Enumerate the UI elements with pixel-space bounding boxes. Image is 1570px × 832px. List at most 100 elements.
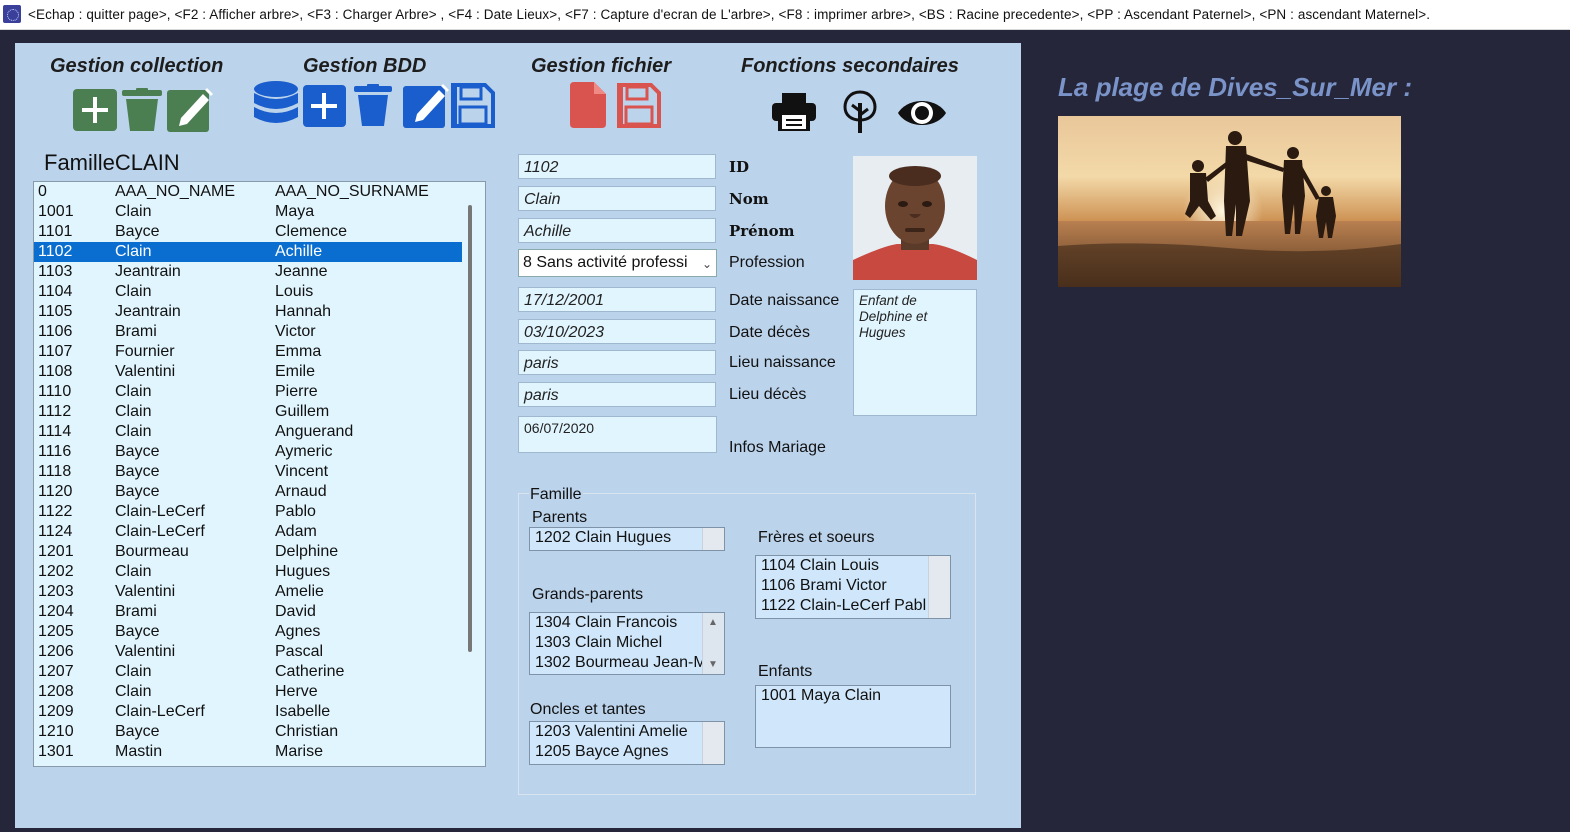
person-row[interactable]: 1108 Valentini Emile [34, 362, 485, 382]
delete-collection-button[interactable] [120, 88, 164, 137]
person-firstname: Marise [275, 743, 324, 760]
birth-date-field[interactable]: 17/12/2001 [518, 287, 716, 312]
parent-item[interactable]: 1202 Clain Hugues [530, 528, 724, 548]
section-title-collection: Gestion collection [50, 55, 224, 77]
person-surname: Clain [115, 683, 152, 700]
family-name: FamilleCLAIN [44, 150, 180, 175]
prenom-label: Prénom [729, 222, 795, 240]
death-date-field[interactable]: 03/10/2023 [518, 319, 716, 344]
person-row[interactable]: 1301 Mastin Marise [34, 742, 485, 762]
person-row[interactable]: 1102 Clain Achille [34, 242, 462, 262]
window-title: <Echap : quitter page>, <F2 : Afficher a… [28, 7, 1431, 22]
grandparents-list[interactable]: 1304 Clain Francois 1303 Clain Michel 1302… [529, 612, 725, 675]
scroll-up-icon[interactable]: ▲ [708, 617, 718, 628]
person-surname: Clain [115, 563, 152, 580]
person-row[interactable]: 1201 Bourmeau Delphine [34, 542, 485, 562]
family-group-legend: Famille [529, 486, 583, 504]
person-row[interactable]: 1207 Clain Catherine [34, 662, 485, 682]
person-id: 1108 [38, 363, 73, 380]
view-button[interactable] [896, 95, 948, 136]
sibling-item[interactable]: 1104 Clain Louis [756, 556, 950, 576]
person-row[interactable]: 1001 Clain Maya [34, 202, 485, 222]
edit-collection-button[interactable] [167, 86, 215, 137]
person-row[interactable]: 1122 Clain-LeCerf Pablo [34, 502, 485, 522]
person-row[interactable]: 1210 Bayce Christian [34, 722, 485, 742]
marriage-info-field[interactable]: 06/07/2020 [518, 416, 717, 453]
person-row[interactable]: 1112 Clain Guillem [34, 402, 485, 422]
person-firstname: Herve [275, 683, 318, 700]
person-row[interactable]: 1103 Jeantrain Jeanne [34, 262, 485, 282]
death-place-field[interactable]: paris [518, 382, 716, 407]
info-box[interactable]: Enfant de Delphine et Hugues [853, 289, 977, 416]
tree-button[interactable] [842, 89, 878, 138]
print-button[interactable] [772, 93, 816, 136]
parents-list[interactable]: 1202 Clain Hugues [529, 527, 725, 551]
edit-record-button[interactable] [403, 82, 451, 133]
person-surname: Clain [115, 283, 152, 300]
delete-record-button[interactable] [353, 84, 393, 132]
person-id: 1206 [38, 643, 74, 660]
uncle-item[interactable]: 1205 Bayce Agnes [530, 742, 724, 762]
person-firstname: Amelie [275, 583, 324, 600]
person-firstname: David [275, 603, 316, 620]
child-item[interactable]: 1001 Maya Clain [756, 686, 950, 706]
database-button[interactable] [253, 81, 299, 134]
person-id: 1105 [38, 303, 73, 320]
person-row[interactable]: 1104 Clain Louis [34, 282, 485, 302]
person-row[interactable]: 1110 Clain Pierre [34, 382, 485, 402]
person-firstname: Pablo [275, 503, 316, 520]
person-row[interactable]: 1106 Brami Victor [34, 322, 485, 342]
save-file-button[interactable] [617, 83, 661, 133]
sibling-item[interactable]: 1106 Brami Victor [756, 576, 950, 596]
person-row[interactable]: 1205 Bayce Agnes [34, 622, 485, 642]
person-row[interactable]: 1124 Clain-LeCerf Adam [34, 522, 485, 542]
add-record-button[interactable] [303, 85, 346, 132]
person-row[interactable]: 1204 Brami David [34, 602, 485, 622]
person-list-scrollbar[interactable] [468, 205, 472, 652]
person-row[interactable]: 1209 Clain-LeCerf Isabelle [34, 702, 485, 722]
add-collection-button[interactable] [73, 89, 117, 136]
uncles-list-scrollbar[interactable] [702, 722, 724, 764]
person-id: 1210 [38, 723, 74, 740]
scroll-down-icon[interactable]: ▼ [708, 659, 718, 670]
person-row[interactable]: 1206 Valentini Pascal [34, 642, 485, 662]
person-row[interactable]: 1118 Bayce Vincent [34, 462, 485, 482]
person-row[interactable]: 1114 Clain Anguerand [34, 422, 485, 442]
grandparent-item[interactable]: 1303 Clain Michel [530, 633, 724, 653]
save-record-button[interactable] [451, 83, 495, 133]
nom-field[interactable]: Clain [518, 186, 716, 211]
grandparent-item[interactable]: 1302 Bourmeau Jean-M [530, 653, 724, 673]
person-surname: Clain [115, 203, 152, 220]
siblings-list[interactable]: 1104 Clain Louis 1106 Brami Victor 1122 Cl… [755, 555, 951, 619]
person-row[interactable]: 1208 Clain Herve [34, 682, 485, 702]
sibling-item[interactable]: 1122 Clain-LeCerf Pabl [756, 596, 950, 616]
parents-list-scrollbar[interactable] [702, 528, 724, 550]
id-field[interactable]: 1102 [518, 154, 716, 179]
person-row[interactable]: 1120 Bayce Arnaud [34, 482, 485, 502]
person-firstname: Arnaud [275, 483, 327, 500]
person-row[interactable]: 0 AAA_NO_NAME AAA_NO_SURNAME [34, 182, 485, 202]
person-id: 1204 [38, 603, 74, 620]
grandparent-item[interactable]: 1304 Clain Francois [530, 613, 724, 633]
person-id: 1112 [38, 403, 72, 420]
person-row[interactable]: 1203 Valentini Amelie [34, 582, 485, 602]
birth-place-field[interactable]: paris [518, 350, 716, 375]
siblings-list-scrollbar[interactable] [928, 556, 950, 618]
grandparent-item-items: 1304 Clain Francois 1303 Clain Michel 1302… [530, 613, 724, 673]
person-row[interactable]: 1202 Clain Hugues [34, 562, 485, 582]
add-icon [73, 89, 117, 131]
person-row[interactable]: 1116 Bayce Aymeric [34, 442, 485, 462]
children-list[interactable]: 1001 Maya Clain [755, 685, 951, 748]
prenom-field[interactable]: Achille [518, 218, 716, 243]
uncles-list[interactable]: 1203 Valentini Amelie 1205 Bayce Agnes [529, 721, 725, 765]
person-row[interactable]: 1105 Jeantrain Hannah [34, 302, 485, 322]
person-row[interactable]: 1107 Fournier Emma [34, 342, 485, 362]
person-row[interactable]: 1101 Bayce Clemence [34, 222, 485, 242]
person-id: 1114 [38, 423, 72, 440]
person-list[interactable]: 0 AAA_NO_NAME AAA_NO_SURNAME 1001 Clain Maya 1… [33, 181, 486, 767]
new-file-button[interactable] [570, 82, 606, 133]
profession-select[interactable]: 8 Sans activité professi ⌄ [518, 249, 717, 277]
grandparents-list-scrollbar[interactable]: ▲ ▼ [702, 613, 724, 674]
database-icon [254, 81, 298, 123]
uncle-item[interactable]: 1203 Valentini Amelie [530, 722, 724, 742]
